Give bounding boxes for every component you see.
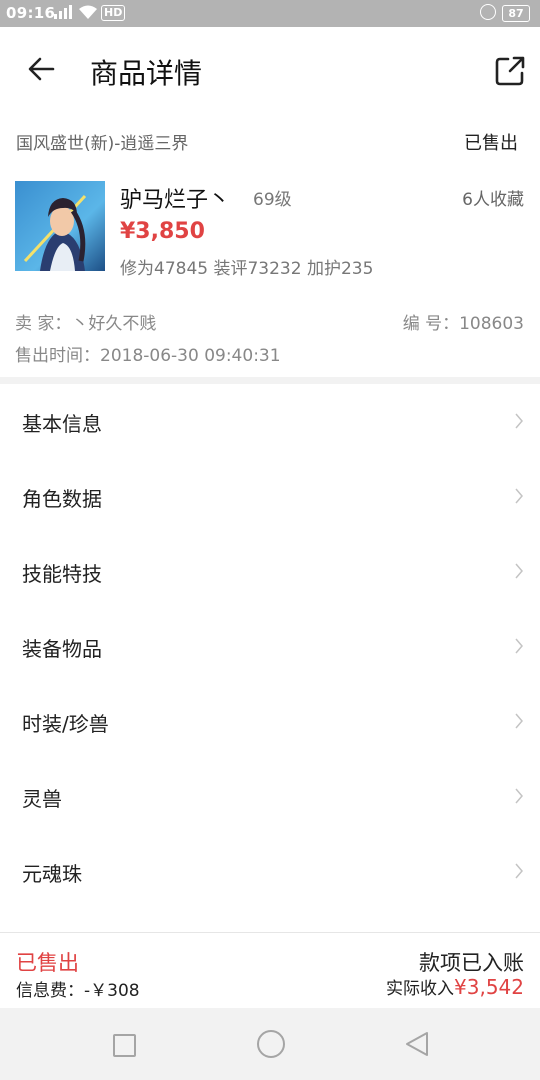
hd-badge: HD — [101, 5, 126, 21]
favorites-count: 6人收藏 — [462, 190, 524, 210]
chevron-right-icon — [515, 863, 523, 879]
chevron-right-icon — [515, 788, 523, 804]
menu-item-label: 技能特技 — [22, 562, 102, 586]
info-fee: 信息费：-￥308 — [16, 981, 140, 1001]
character-name: 驴马烂子丶 — [120, 188, 231, 213]
chevron-right-icon — [515, 563, 523, 579]
lock-rotation-icon — [480, 4, 496, 20]
battery-icon: 87 — [502, 5, 530, 22]
system-nav-bar — [0, 1008, 540, 1080]
chevron-right-icon — [515, 413, 523, 429]
chevron-right-icon — [515, 488, 523, 504]
wifi-icon — [79, 5, 97, 19]
status-bar: 09:16 HD 87 — [0, 0, 540, 27]
detail-menu: 基本信息 角色数据 技能特技 装备物品 时装/珍兽 灵兽 元魂珠 — [0, 384, 540, 909]
seller-info: 卖 家：丶好久不贱 — [15, 309, 156, 334]
status-time: 09:16 — [6, 4, 56, 22]
chevron-right-icon — [515, 713, 523, 729]
server-name: 国风盛世(新)-逍遥三界 — [16, 134, 189, 154]
character-level: 69级 — [253, 190, 292, 210]
sold-time-value: 2018-06-30 09:40:31 — [100, 346, 281, 366]
menu-item-label: 基本信息 — [22, 412, 102, 436]
price: ¥3,850 — [120, 219, 205, 244]
seller-name: 丶好久不贱 — [71, 314, 157, 334]
menu-item-label: 装备物品 — [22, 637, 102, 661]
income-label: 实际收入 — [386, 979, 455, 999]
menu-item-label: 元魂珠 — [22, 862, 82, 886]
share-external-icon[interactable] — [492, 53, 528, 89]
sold-time-label: 售出时间： — [15, 346, 100, 366]
back-triangle-icon[interactable] — [403, 1030, 431, 1058]
serial-label: 编 号： — [402, 314, 460, 334]
status-badge: 已售出 — [464, 133, 518, 154]
seller-label: 卖 家： — [15, 314, 72, 334]
header: 商品详情 — [0, 27, 540, 113]
menu-item-label: 角色数据 — [22, 487, 102, 511]
income-amount: ¥3,542 — [454, 975, 524, 999]
menu-item-equipment[interactable]: 装备物品 — [0, 609, 540, 684]
serial-info: 编 号：108603 — [403, 309, 524, 334]
signal-icon — [54, 5, 72, 19]
serial-number: 108603 — [459, 314, 524, 334]
character-stats: 修为47845 装评73232 加护235 — [120, 259, 374, 279]
character-avatar — [15, 181, 105, 271]
home-icon[interactable] — [257, 1030, 285, 1058]
arrow-left-icon[interactable] — [22, 51, 62, 91]
chevron-right-icon — [515, 638, 523, 654]
sale-status: 已售出 — [16, 951, 79, 975]
menu-item-basic-info[interactable]: 基本信息 — [0, 384, 540, 459]
menu-item-character-data[interactable]: 角色数据 — [0, 459, 540, 534]
page-title: 商品详情 — [90, 57, 203, 90]
actual-income: 实际收入¥3,542 — [386, 974, 524, 999]
sold-time-info: 售出时间：2018-06-30 09:40:31 — [15, 341, 281, 366]
menu-item-fashion-pets[interactable]: 时装/珍兽 — [0, 684, 540, 759]
payment-settled: 款项已入账 — [419, 951, 524, 975]
menu-item-skills[interactable]: 技能特技 — [0, 534, 540, 609]
menu-item-soul-pearl[interactable]: 元魂珠 — [0, 834, 540, 909]
footer-summary: 已售出 信息费：-￥308 款项已入账 实际收入¥3,542 — [0, 932, 540, 1009]
recent-apps-icon[interactable] — [113, 1034, 136, 1057]
menu-item-label: 时装/珍兽 — [22, 712, 109, 736]
menu-item-spirit-beast[interactable]: 灵兽 — [0, 759, 540, 834]
section-divider — [0, 377, 540, 384]
server-row: 国风盛世(新)-逍遥三界 已售出 — [0, 122, 540, 158]
menu-item-label: 灵兽 — [22, 787, 62, 811]
